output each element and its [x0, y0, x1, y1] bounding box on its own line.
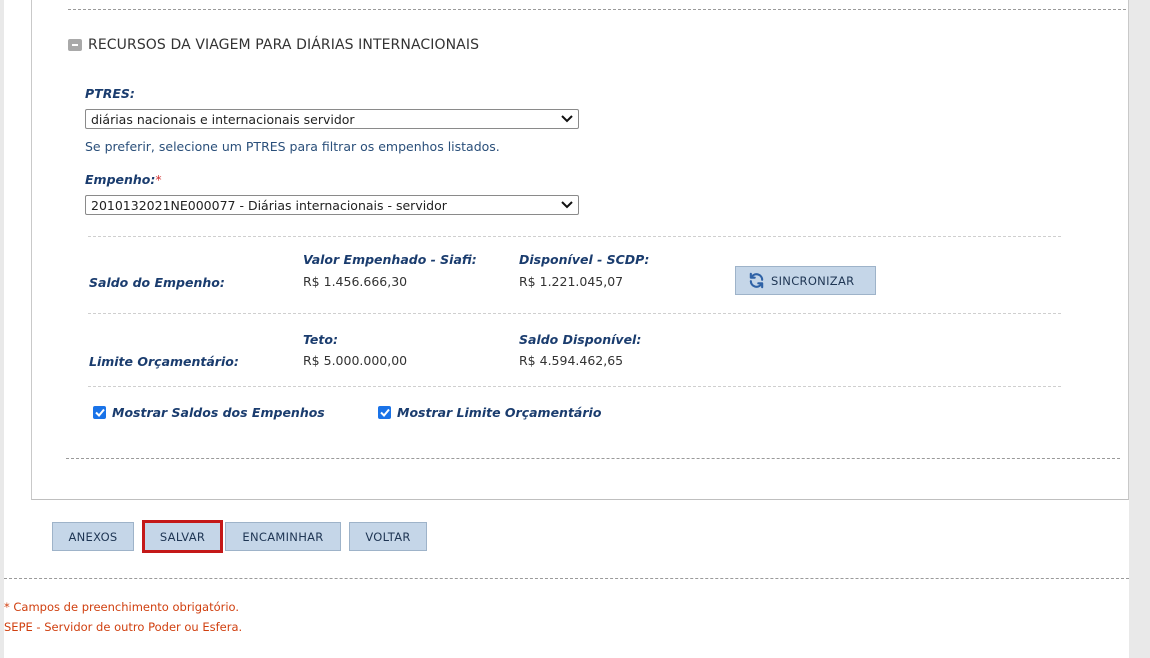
section-title: RECURSOS DA VIAGEM PARA DIÁRIAS INTERNAC…: [88, 37, 480, 53]
saldo-disponivel-label: Saldo Disponível:: [519, 332, 642, 347]
show-limite-label: Mostrar Limite Orçamentário: [397, 405, 602, 420]
ptres-label: PTRES:: [85, 86, 135, 101]
divider-empenho: [88, 236, 1061, 237]
teto-label: Teto:: [303, 332, 338, 347]
page: RECURSOS DA VIAGEM PARA DIÁRIAS INTERNAC…: [0, 0, 1150, 658]
divider-section-bottom: [66, 458, 1120, 459]
show-saldos-label: Mostrar Saldos dos Empenhos: [112, 405, 325, 420]
divider-footer: [4, 578, 1129, 579]
limite-orcamentario-label: Limite Orçamentário:: [89, 354, 239, 369]
refresh-icon: [749, 272, 764, 289]
scrollbar-track[interactable]: [1129, 0, 1150, 658]
left-gutter: [0, 0, 4, 658]
divider-top: [68, 9, 1126, 10]
saldo-empenho-label: Saldo do Empenho:: [89, 275, 225, 290]
required-mark: *: [155, 172, 162, 187]
divider-saldo: [88, 313, 1061, 314]
sepe-note: SEPE - Servidor de outro Poder ou Esfera…: [4, 620, 243, 634]
empenho-select[interactable]: 2010132021NE000077 - Diárias internacion…: [85, 195, 579, 215]
minus-icon[interactable]: [68, 39, 82, 51]
chevron-down-icon: [556, 195, 578, 215]
ptres-hint: Se preferir, selecione um PTRES para fil…: [85, 139, 500, 154]
chevron-down-icon: [556, 109, 578, 129]
section-header[interactable]: RECURSOS DA VIAGEM PARA DIÁRIAS INTERNAC…: [68, 36, 479, 54]
ptres-selected-value: diárias nacionais e internacionais servi…: [91, 111, 355, 127]
anexos-button[interactable]: ANEXOS: [52, 522, 134, 551]
empenho-selected-value: 2010132021NE000077 - Diárias internacion…: [91, 197, 447, 213]
teto-value: R$ 5.000.000,00: [303, 353, 408, 368]
encaminhar-button[interactable]: ENCAMINHAR: [225, 522, 341, 551]
disponivel-scdp-label: Disponível - SCDP:: [519, 252, 650, 267]
checkbox-checked-icon[interactable]: [378, 406, 391, 419]
empenho-label: Empenho:*: [85, 172, 162, 187]
show-limite-checkbox[interactable]: Mostrar Limite Orçamentário: [378, 405, 601, 420]
disponivel-scdp-value: R$ 1.221.045,07: [519, 274, 624, 289]
ptres-select[interactable]: diárias nacionais e internacionais servi…: [85, 109, 579, 129]
sync-button[interactable]: SINCRONIZAR: [735, 266, 876, 295]
valor-empenhado-value: R$ 1.456.666,30: [303, 274, 408, 289]
empenho-label-text: Empenho:: [85, 172, 156, 187]
valor-empenhado-label: Valor Empenhado - Siafi:: [303, 252, 477, 267]
voltar-button[interactable]: VOLTAR: [349, 522, 427, 551]
form-panel: [31, 0, 1129, 500]
salvar-button[interactable]: SALVAR: [142, 520, 223, 553]
checkbox-checked-icon[interactable]: [93, 406, 106, 419]
divider-limite: [88, 386, 1061, 387]
saldo-disponivel-value: R$ 4.594.462,65: [519, 353, 624, 368]
show-saldos-checkbox[interactable]: Mostrar Saldos dos Empenhos: [93, 405, 325, 420]
sync-button-label: SINCRONIZAR: [771, 273, 855, 288]
required-fields-note: * Campos de preenchimento obrigatório.: [4, 600, 240, 614]
